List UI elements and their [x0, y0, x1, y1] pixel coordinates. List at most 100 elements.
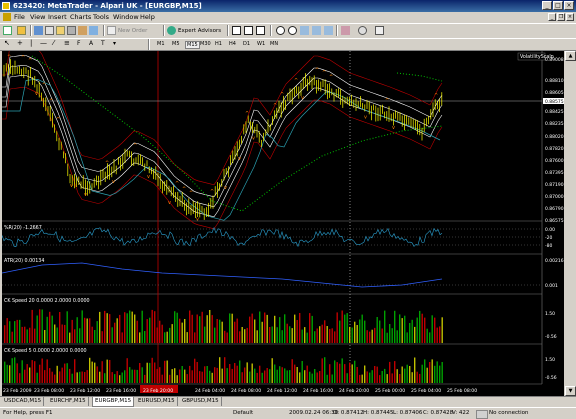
ck-speed-20-bar: [319, 326, 321, 343]
equidistant-channel-icon[interactable]: ≡: [64, 39, 70, 47]
wpr-pane: [1, 226, 542, 248]
line-chart-icon[interactable]: [256, 26, 265, 35]
menu-window[interactable]: Window: [113, 13, 139, 21]
ck-speed-20-bar: [176, 312, 178, 343]
ck-speed-20-bar: [294, 314, 296, 343]
ck-speed-5-bar: [176, 375, 178, 383]
text-icon[interactable]: A: [89, 40, 93, 47]
ck-speed-5-bar: [156, 368, 158, 383]
tab-gbpusd[interactable]: GBPUSD,M15: [180, 397, 222, 406]
metaeditor-icon[interactable]: [89, 26, 98, 35]
menu-view[interactable]: View: [30, 13, 45, 21]
ck-speed-5-bar: [141, 367, 143, 383]
new-order-button[interactable]: New Order: [118, 28, 147, 34]
trendline-icon[interactable]: ⁄: [53, 39, 54, 47]
ck-speed-20-bar: [41, 309, 43, 343]
time-tick: 23 Feb 08:00: [34, 388, 64, 394]
indicators-icon[interactable]: [341, 26, 350, 35]
ck-speed-20-bar: [339, 320, 341, 343]
minimize-button[interactable]: _: [542, 1, 552, 10]
ck-speed-20-bar: [26, 329, 28, 343]
timeframe-mn[interactable]: MN: [270, 41, 278, 47]
tab-eurchf[interactable]: EURCHF,M15: [48, 397, 89, 406]
ck-speed-20-bar: [429, 332, 431, 343]
crosshair-icon[interactable]: +: [17, 39, 23, 47]
menu-file[interactable]: File: [14, 13, 25, 21]
tab-usdcad[interactable]: USDCAD,M15: [2, 397, 45, 406]
menu-help[interactable]: Help: [140, 13, 155, 21]
chart-canvas[interactable]: ^ ^^v^^^vv^v^vv^^^v^vv^v^^^v^ ^^v^v^ Volat…: [1, 43, 564, 396]
vertical-line-icon[interactable]: |: [30, 39, 32, 47]
timeframe-m30[interactable]: M30: [200, 41, 211, 47]
child-restore-button[interactable]: ❐: [557, 13, 565, 21]
menu-insert[interactable]: Insert: [48, 13, 67, 21]
navigator-icon[interactable]: [56, 26, 65, 35]
scroll-down-button[interactable]: ▼: [565, 386, 576, 396]
ck-speed-5-bar: [89, 357, 91, 383]
time-tick: 24 Feb 04:00: [195, 388, 225, 394]
ck-speed-20-bar: [151, 309, 153, 343]
market-watch-icon[interactable]: [34, 26, 43, 35]
ck-speed-5-bar: [131, 369, 133, 383]
chart-window[interactable]: ^ ^ ^ v ^ ^ ^ v v ^ v ^ v v ^ ^ ^ v ^ v v ^ v ^ ^ ^ v ^ ^ ^ v ^ v ^ Volat…: [1, 43, 564, 396]
data-window-icon[interactable]: [45, 26, 54, 35]
ck-speed-5-bar: [144, 374, 146, 383]
child-minimize-button[interactable]: _: [548, 13, 556, 21]
ck-speed-5-bar: [221, 368, 223, 383]
ck-speed-5-bar: [309, 371, 311, 383]
tab-eurgbp[interactable]: EURGBP,M15: [92, 397, 135, 407]
terminal-icon[interactable]: [67, 26, 76, 35]
new-order-icon[interactable]: [107, 26, 116, 35]
new-chart-icon[interactable]: [3, 26, 12, 35]
expert-advisors-button[interactable]: Expert Advisors: [178, 28, 221, 34]
menu-charts[interactable]: Charts: [70, 13, 91, 21]
buy-arrow-icon: v: [252, 136, 255, 142]
tile-windows-icon[interactable]: [300, 26, 309, 35]
candlestick-icon[interactable]: [244, 26, 253, 35]
ck-speed-5-bar: [289, 370, 291, 383]
expert-advisors-icon[interactable]: [167, 26, 176, 35]
timeframe-h4[interactable]: H4: [229, 41, 236, 47]
atr-level: 0.001: [545, 283, 558, 289]
scroll-up-button[interactable]: ▲: [565, 51, 576, 61]
timeframe-d1[interactable]: D1: [243, 41, 250, 47]
menu-tools[interactable]: Tools: [93, 13, 109, 21]
ck-speed-5-bar: [264, 370, 266, 383]
cursor-icon[interactable]: ↖: [4, 39, 10, 47]
atr-pane: [1, 262, 542, 288]
ck-speed-20-bar: [109, 314, 111, 343]
green-dotted-line: [31, 55, 443, 212]
maximize-button[interactable]: □: [553, 1, 563, 10]
chart-shift-icon[interactable]: [312, 26, 321, 35]
ck-speed-5-bar: [181, 366, 183, 383]
ck-speed-20-bar: [246, 327, 248, 343]
child-close-button[interactable]: ×: [566, 13, 574, 21]
vertical-scrollbar[interactable]: ▲ ▼: [565, 51, 576, 396]
ck-speed-5-bar: [356, 367, 358, 383]
zoom-out-icon[interactable]: [288, 26, 297, 35]
tab-eurusd[interactable]: EURUSD,M15: [136, 397, 178, 406]
label-icon[interactable]: T: [101, 40, 105, 47]
zoom-in-icon[interactable]: [276, 26, 285, 35]
ck-speed-5-bar: [81, 371, 83, 383]
timeframe-m1[interactable]: M1: [157, 41, 165, 47]
close-button[interactable]: ×: [564, 1, 574, 10]
ck-speed-20-bar: [99, 311, 101, 343]
timeframe-m5[interactable]: M5: [172, 41, 180, 47]
timeframe-w1[interactable]: W1: [257, 41, 265, 47]
strategy-tester-icon[interactable]: [78, 26, 87, 35]
bar-chart-icon[interactable]: [232, 26, 241, 35]
ck-speed-20-bar: [371, 329, 373, 343]
templates-icon[interactable]: [375, 26, 384, 35]
fibonacci-icon[interactable]: F: [77, 40, 80, 47]
ck-speed-20-bar: [219, 319, 221, 343]
ck-speed-5-bar: [191, 370, 193, 383]
periods-icon[interactable]: [358, 26, 367, 35]
ck-speed-5-bar: [214, 367, 216, 383]
profiles-icon[interactable]: [17, 26, 26, 35]
timeframe-m15[interactable]: M15: [185, 41, 200, 49]
horizontal-line-icon[interactable]: —: [40, 39, 47, 47]
timeframe-h1[interactable]: H1: [215, 41, 222, 47]
arrows-icon[interactable]: ▾: [113, 40, 116, 47]
auto-scroll-icon[interactable]: [324, 26, 333, 35]
